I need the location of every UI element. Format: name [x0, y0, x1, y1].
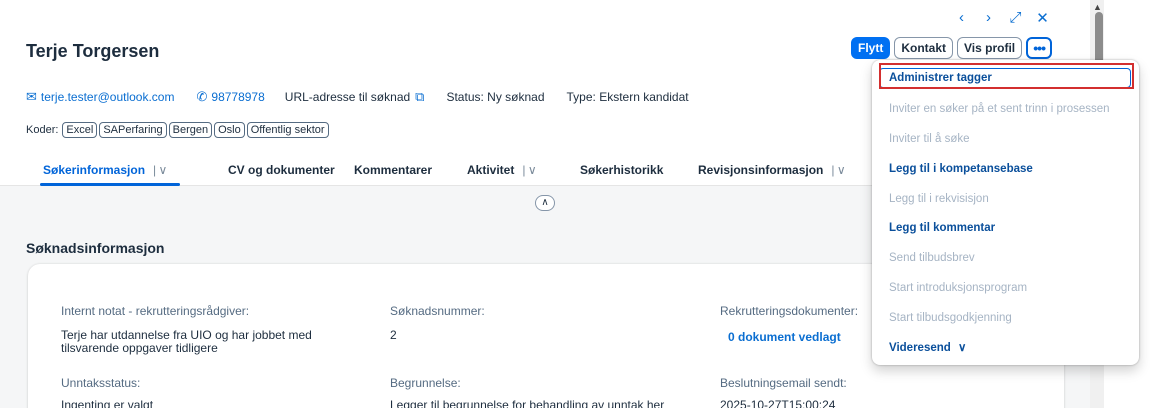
scroll-up-icon[interactable]: ▲: [1093, 2, 1102, 12]
chevron-down-icon: ∨: [958, 342, 967, 354]
menu-item-send-offer-letter: Send tilbudsbrev: [889, 252, 975, 264]
page-title: Terje Torgersen: [26, 41, 160, 61]
menu-item-invite-to-apply: Inviter til å søke: [889, 133, 970, 145]
code-tag: Offentlig sektor: [246, 122, 329, 138]
codes-row: Koder: Excel SAPerfaring Bergen Oslo Off…: [26, 122, 329, 138]
menu-item-add-comment[interactable]: Legg til kommentar: [889, 222, 995, 234]
active-tab-indicator: [40, 183, 180, 186]
header-actions: Flytt Kontakt Vis profil •••: [851, 37, 1053, 59]
code-tag: Bergen: [168, 122, 213, 138]
code-tag: Excel: [62, 122, 98, 138]
exception-status-value: Ingenting er valgt: [61, 398, 154, 408]
exception-status-label: Unntaksstatus:: [61, 376, 141, 390]
note-value-line1: Terje har utdannelse fra UIO og har jobb…: [61, 328, 312, 342]
more-actions-menu: Administrer tagger Inviter en søker på e…: [872, 60, 1139, 365]
email-link[interactable]: ✉ terje.tester@outlook.com: [26, 89, 174, 105]
chevron-down-icon[interactable]: | ∨: [522, 163, 536, 177]
phone-link[interactable]: ✆ 98778978: [196, 89, 264, 105]
reason-label: Begrunnelse:: [390, 376, 461, 390]
menu-item-add-to-talent-pool[interactable]: Legg til i kompetansebase: [889, 163, 1033, 175]
next-icon[interactable]: ›: [975, 9, 1002, 27]
menu-item-forward[interactable]: Videresend ∨: [889, 340, 966, 354]
contact-row: ✉ terje.tester@outlook.com ✆ 98778978 UR…: [26, 89, 689, 105]
more-actions-button[interactable]: •••: [1026, 37, 1053, 59]
contact-button[interactable]: Kontakt: [894, 37, 954, 59]
code-tag: SAPerfaring: [99, 122, 167, 138]
status-text: Status: Ny søknad: [446, 90, 545, 104]
url-label: URL-adresse til søknad: [284, 90, 411, 104]
application-number-value: 2: [390, 328, 397, 342]
code-tag: Oslo: [214, 122, 245, 138]
copy-icon[interactable]: ⧉: [415, 89, 424, 105]
decision-email-label: Beslutningsemail sendt:: [720, 376, 847, 390]
tab-cv-documents[interactable]: CV og dokumenter: [228, 163, 335, 177]
previous-icon[interactable]: ‹: [948, 9, 975, 27]
chevron-down-icon[interactable]: | ∨: [153, 163, 167, 177]
close-icon[interactable]: ✕: [1029, 9, 1056, 27]
application-number-label: Søknadsnummer:: [390, 304, 485, 318]
menu-item-invite-late-stage: Inviter en søker på et sent trinn i pros…: [889, 103, 1110, 115]
tab-label: Aktivitet: [467, 163, 515, 177]
menu-item-start-onboarding: Start introduksjonsprogram: [889, 282, 1028, 294]
collapse-header-button[interactable]: ∧: [535, 195, 555, 211]
recruiting-docs-label: Rekrutteringsdokumenter:: [720, 304, 859, 318]
mail-icon: ✉: [26, 89, 37, 104]
menu-item-label: Videresend: [889, 342, 951, 354]
expand-icon[interactable]: ⤢: [1002, 9, 1029, 27]
tab-label: Revisjonsinformasjon: [698, 163, 824, 177]
view-profile-button[interactable]: Vis profil: [957, 37, 1023, 59]
chevron-down-icon[interactable]: | ∨: [831, 163, 845, 177]
tab-comments[interactable]: Kommentarer: [354, 163, 432, 177]
section-title: Søknadsinformasjon: [26, 240, 165, 256]
phone-icon: ✆: [196, 89, 208, 104]
phone-text: 98778978: [211, 90, 265, 104]
menu-item-manage-tags[interactable]: Administrer tagger: [879, 68, 1131, 88]
reason-value: Legger til begrunnelse for behandling av…: [390, 398, 665, 408]
email-text: terje.tester@outlook.com: [40, 90, 175, 104]
tab-activity[interactable]: Aktivitet | ∨: [467, 163, 537, 177]
codes-label: Koder:: [26, 124, 59, 136]
type-text: Type: Ekstern kandidat: [566, 90, 689, 104]
move-button[interactable]: Flytt: [851, 37, 891, 59]
tab-applicant-history[interactable]: Søkerhistorikk: [580, 163, 663, 177]
note-value-line2: tilsvarende oppgaver tidligere: [61, 341, 218, 355]
tab-label: Søkerinformasjon: [43, 163, 146, 177]
tab-applicant-info[interactable]: Søkerinformasjon | ∨: [43, 163, 167, 177]
recruiting-docs-link[interactable]: 0 dokument vedlagt: [728, 330, 841, 344]
decision-email-value: 2025-10-27T15:00:24: [720, 398, 836, 408]
application-url: URL-adresse til søknad ⧉: [285, 89, 425, 105]
menu-item-add-to-requisition: Legg til i rekvisisjon: [889, 193, 989, 205]
nav-controls: ‹ › ⤢ ✕: [948, 9, 1056, 27]
menu-item-start-offer-approval: Start tilbudsgodkjenning: [889, 312, 1012, 324]
tab-revision-info[interactable]: Revisjonsinformasjon | ∨: [698, 163, 846, 177]
note-label: Internt notat - rekrutteringsrådgiver:: [61, 304, 250, 318]
